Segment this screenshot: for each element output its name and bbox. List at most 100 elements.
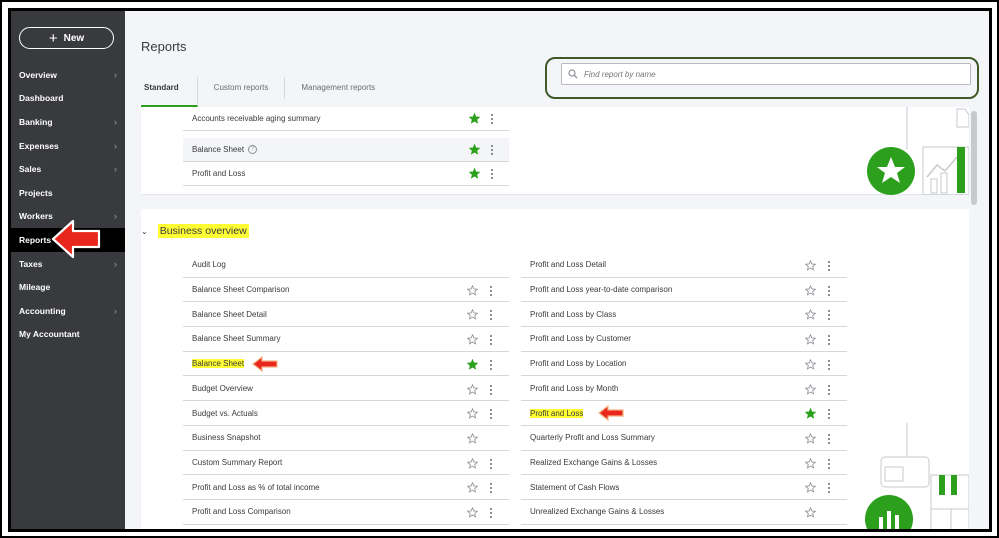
business-overview-header[interactable]: ⌄ Business overview: [141, 224, 249, 238]
report-name-link[interactable]: Unrealized Exchange Gains & Losses: [530, 507, 664, 516]
report-row[interactable]: Profit and Loss by Location: [521, 352, 847, 377]
more-options-icon[interactable]: [827, 285, 831, 297]
favorite-report-row[interactable]: Balance Sheet?: [183, 138, 509, 162]
more-options-icon[interactable]: [827, 260, 831, 272]
more-options-icon[interactable]: [827, 309, 831, 321]
star-outline-icon[interactable]: [805, 507, 816, 518]
search-input[interactable]: [584, 69, 954, 79]
report-name-link[interactable]: Balance Sheet: [192, 145, 244, 154]
report-row[interactable]: Profit and Loss year-to-date comparison: [521, 278, 847, 303]
report-row[interactable]: Budget Overview: [183, 377, 509, 402]
more-options-icon[interactable]: [490, 144, 494, 156]
more-options-icon[interactable]: [489, 458, 493, 470]
report-name-link[interactable]: Budget Overview: [192, 384, 253, 393]
sidebar-item-sales[interactable]: Sales ›: [11, 157, 125, 181]
favorite-report-row[interactable]: Accounts receivable aging summary: [183, 107, 509, 131]
report-name-link[interactable]: Profit and Loss Comparison: [192, 507, 291, 516]
star-filled-icon[interactable]: [805, 408, 816, 419]
sidebar-item-mileage[interactable]: Mileage: [11, 275, 125, 299]
star-outline-icon[interactable]: [805, 432, 816, 444]
report-name-link[interactable]: Profit and Loss Detail: [530, 260, 606, 269]
more-options-icon[interactable]: [489, 334, 493, 346]
more-options-icon[interactable]: [490, 168, 494, 180]
report-name-link[interactable]: Profit and Loss by Location: [530, 359, 627, 368]
report-row[interactable]: Balance Sheet Comparison: [183, 278, 509, 303]
report-row[interactable]: Unrealized Exchange Gains & Losses: [521, 500, 847, 525]
report-name-link[interactable]: Profit and Loss: [192, 169, 245, 178]
sidebar-item-projects[interactable]: Projects: [11, 181, 125, 205]
report-row[interactable]: Custom Summary Report: [183, 451, 509, 476]
more-options-icon[interactable]: [489, 384, 493, 396]
star-filled-icon[interactable]: [469, 168, 480, 179]
star-outline-icon[interactable]: [805, 334, 816, 345]
more-options-icon[interactable]: [489, 507, 493, 519]
report-name-link[interactable]: Profit and Loss by Customer: [530, 334, 631, 343]
report-name-link[interactable]: Custom Summary Report: [192, 458, 282, 467]
report-name-link[interactable]: Profit and Loss: [530, 408, 584, 418]
report-row[interactable]: Profit and Loss Comparison: [183, 500, 509, 525]
report-row[interactable]: Realized Exchange Gains & Losses: [521, 451, 847, 476]
star-outline-icon[interactable]: [467, 334, 478, 345]
report-row[interactable]: Balance Sheet: [183, 352, 509, 377]
tab-custom-reports[interactable]: Custom reports: [198, 77, 286, 99]
report-name-link[interactable]: Balance Sheet: [192, 359, 245, 369]
report-row[interactable]: Profit and Loss by Month: [521, 377, 847, 402]
scrollbar-thumb[interactable]: [971, 111, 977, 205]
star-outline-icon[interactable]: [805, 284, 816, 296]
star-filled-icon[interactable]: [469, 113, 480, 124]
star-outline-icon[interactable]: [467, 284, 478, 296]
star-outline-icon[interactable]: [467, 408, 478, 419]
help-icon[interactable]: ?: [248, 145, 258, 154]
star-outline-icon[interactable]: [467, 383, 478, 395]
star-outline-icon[interactable]: [805, 482, 816, 494]
tab-standard[interactable]: Standard: [141, 77, 198, 107]
more-options-icon[interactable]: [827, 384, 831, 396]
star-outline-icon[interactable]: [805, 383, 816, 395]
report-name-link[interactable]: Audit Log: [192, 260, 226, 269]
more-options-icon[interactable]: [827, 334, 831, 346]
report-row[interactable]: Business Snapshot: [183, 426, 509, 451]
report-name-link[interactable]: Accounts receivable aging summary: [192, 114, 321, 123]
report-row[interactable]: Quarterly Profit and Loss Summary: [521, 426, 847, 451]
report-name-link[interactable]: Profit and Loss by Class: [530, 310, 616, 319]
more-options-icon[interactable]: [827, 482, 831, 494]
report-row[interactable]: Profit and Loss by Class: [521, 302, 847, 328]
report-name-link[interactable]: Profit and Loss by Month: [530, 384, 619, 393]
star-outline-icon[interactable]: [467, 482, 478, 494]
report-row[interactable]: Balance Sheet Summary: [183, 327, 509, 352]
star-outline-icon[interactable]: [467, 457, 478, 469]
tab-management-reports[interactable]: Management reports: [285, 77, 391, 99]
star-outline-icon[interactable]: [467, 432, 478, 444]
sidebar-item-banking[interactable]: Banking ›: [11, 110, 125, 134]
report-row[interactable]: Budget vs. Actuals: [183, 401, 509, 426]
report-name-link[interactable]: Business Snapshot: [192, 433, 261, 442]
star-outline-icon[interactable]: [805, 457, 816, 469]
report-row[interactable]: Profit and Loss as % of total income: [183, 475, 509, 500]
sidebar-item-dashboard[interactable]: Dashboard: [11, 87, 125, 111]
more-options-icon[interactable]: [827, 433, 831, 445]
more-options-icon[interactable]: [489, 285, 493, 297]
star-filled-icon[interactable]: [469, 144, 480, 155]
search-box[interactable]: [561, 63, 971, 85]
star-outline-icon[interactable]: [805, 309, 816, 321]
report-name-link[interactable]: Profit and Loss as % of total income: [192, 483, 320, 492]
more-options-icon[interactable]: [490, 113, 494, 125]
more-options-icon[interactable]: [827, 458, 831, 470]
report-row[interactable]: Profit and Loss: [521, 401, 847, 426]
star-outline-icon[interactable]: [467, 309, 478, 321]
new-button[interactable]: + New: [19, 27, 114, 49]
star-outline-icon[interactable]: [467, 507, 478, 518]
more-options-icon[interactable]: [827, 359, 831, 371]
sidebar-item-my-accountant[interactable]: My Accountant: [11, 323, 125, 347]
report-row[interactable]: Statement of Cash Flows: [521, 475, 847, 500]
report-row[interactable]: Audit Log: [183, 253, 509, 278]
more-options-icon[interactable]: [489, 359, 493, 371]
star-outline-icon[interactable]: [805, 358, 816, 370]
report-name-link[interactable]: Realized Exchange Gains & Losses: [530, 458, 657, 467]
report-name-link[interactable]: Balance Sheet Comparison: [192, 285, 289, 294]
report-name-link[interactable]: Budget vs. Actuals: [192, 409, 258, 418]
sidebar-item-overview[interactable]: Overview ›: [11, 63, 125, 87]
report-row[interactable]: Balance Sheet Detail: [183, 302, 509, 328]
report-row[interactable]: Profit and Loss by Customer: [521, 327, 847, 352]
report-name-link[interactable]: Balance Sheet Detail: [192, 310, 267, 319]
